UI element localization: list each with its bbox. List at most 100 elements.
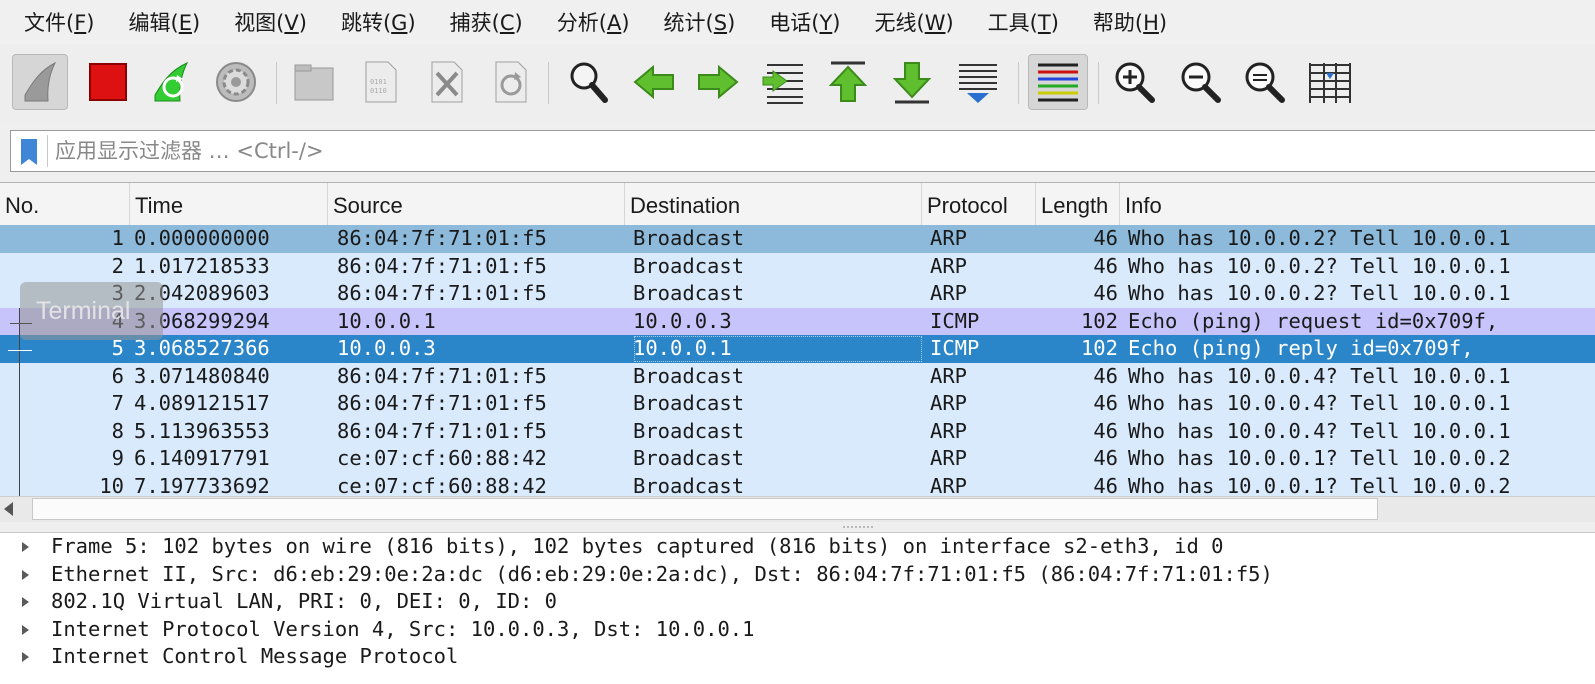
find-packet-button[interactable] [560,54,616,110]
row-protocol: ARP [930,363,968,388]
close-file-button[interactable] [418,54,474,110]
row-destination: 10.0.0.3 [633,308,732,333]
go-forward-icon [698,64,739,100]
menu-file[interactable]: 文件(F) [0,7,95,37]
table-row[interactable]: 7 4.089121517 86:04:7f:71:01:f5 Broadcast AR… [0,390,1595,418]
table-row[interactable]: 43.06829929410.0.0.110.0.0.3ICMP102Echo … [0,307,1595,335]
row-source: 10.0.0.3 [337,336,436,360]
row-source: 86:04:7f:71:01:f5 [337,391,547,415]
table-row[interactable]: 6 3.071480840 86:04:7f:71:01:f5 Broadcast AR… [0,362,1595,390]
menu-tools[interactable]: 工具(T) [964,7,1059,37]
menu-edit[interactable]: 编辑(E) [105,7,201,37]
save-file-button[interactable]: 0101 0110 [352,54,408,110]
pane-splitter[interactable] [0,522,1595,532]
expand-arrow-icon[interactable] [22,569,29,580]
row-time: 1.017218533 [134,253,270,278]
menu-analyze[interactable]: 分析(A) [533,7,630,37]
column-header-no[interactable]: No. [0,183,130,225]
zoom-in-button[interactable] [1106,54,1162,110]
column-header-time[interactable]: Time [130,183,328,225]
go-to-packet-button[interactable] [756,54,812,110]
row-length: 46 [1093,281,1118,305]
go-forward-button[interactable] [690,54,746,110]
menu-go[interactable]: 跳转(G) [317,7,416,37]
svg-text:0101: 0101 [370,78,387,86]
row-protocol: ARP [930,391,968,415]
row-length: 46 [1093,363,1118,388]
main-toolbar: 0101 0110 [0,44,1595,124]
open-file-icon [294,64,334,101]
row-protocol: ICMP [930,336,980,360]
colorize-button[interactable] [1028,54,1088,110]
restart-capture-icon [154,61,189,102]
auto-scroll-button[interactable] [950,54,1006,110]
reload-file-button[interactable] [482,54,538,110]
row-info: Who has 10.0.0.1? Tell 10.0.0.2 [1128,446,1511,470]
resize-columns-button[interactable] [1302,54,1358,110]
menu-help[interactable]: 帮助(H) [1069,7,1167,37]
detail-tree-item[interactable]: Ethernet II, Src: d6:eb:29:0e:2a:dc (d6:… [0,561,1595,589]
zoom-out-icon [1181,62,1221,103]
display-filter-input[interactable] [55,134,1555,168]
go-back-button[interactable] [626,54,682,110]
hscroll-thumb[interactable] [32,498,1378,520]
row-info: Who has 10.0.0.2? Tell 10.0.0.1 [1128,281,1511,305]
table-row[interactable]: 32.04208960386:04:7f:71:01:f5BroadcastAR… [0,280,1595,308]
row-destination: 10.0.0.1 [633,335,923,363]
cursor-arrow [10,323,32,324]
row-destination: Broadcast [633,418,745,443]
column-header-info[interactable]: Info [1120,183,1595,225]
detail-tree-item[interactable]: Frame 5: 102 bytes on wire (816 bits), 1… [0,533,1595,561]
row-info: Who has 10.0.0.4? Tell 10.0.0.1 [1128,418,1511,443]
table-row[interactable]: 8 5.113963553 86:04:7f:71:01:f5 Broadcast AR… [0,417,1595,445]
auto-scroll-icon [959,64,997,103]
go-last-button[interactable] [884,54,940,110]
column-header-length[interactable]: Length [1036,183,1120,225]
open-file-button[interactable] [286,54,342,110]
expand-arrow-icon[interactable] [22,597,29,607]
table-row[interactable]: 2 1.017218533 86:04:7f:71:01:f5 Broadcast AR… [0,252,1595,280]
cursor-line [19,308,20,498]
menu-statistics[interactable]: 统计(S) [640,7,736,37]
zoom-out-button[interactable] [1172,54,1228,110]
detail-tree-item[interactable]: 802.1Q Virtual LAN, PRI: 0, DEI: 0, ID: … [0,588,1595,616]
row-length: 46 [1093,418,1118,443]
column-header-source[interactable]: Source [328,183,625,225]
detail-tree-item[interactable]: Internet Protocol Version 4, Src: 10.0.0… [0,616,1595,644]
go-first-button[interactable] [820,54,876,110]
start-capture-button[interactable] [12,54,68,110]
expand-arrow-icon[interactable] [22,624,29,635]
detail-tree-item[interactable]: Internet Control Message Protocol [0,643,1595,671]
scroll-left-arrow-icon[interactable] [4,502,13,516]
row-source: 86:04:7f:71:01:f5 [337,363,547,388]
go-to-packet-icon [762,64,803,104]
stop-capture-button[interactable] [80,54,136,110]
table-row[interactable]: 5 3.068527366 10.0.0.3 10.0.0.1 ICMP 102 Echo … [0,335,1595,363]
normal-size-icon [1245,62,1285,103]
row-time: 3.071480840 [134,363,270,388]
expand-arrow-icon[interactable] [22,542,29,552]
row-destination: Broadcast [633,363,745,388]
capture-options-button[interactable] [208,54,264,110]
menu-wireless[interactable]: 无线(W) [851,7,954,37]
table-row[interactable]: 1 0.000000000 86:04:7f:71:01:f5 Broadcast AR… [0,225,1595,253]
colorize-icon [1038,63,1078,102]
column-header-protocol[interactable]: Protocol [922,183,1036,225]
start-capture-icon [24,61,57,102]
expand-arrow-icon[interactable] [22,652,29,662]
packet-rows: 1 0.000000000 86:04:7f:71:01:f5 Broadcast AR… [0,225,1595,500]
menu-telephony[interactable]: 电话(Y) [745,7,840,37]
packet-list-hscrollbar[interactable] [0,496,1595,524]
bookmark-icon[interactable] [21,139,37,165]
row-destination: Broadcast [633,226,745,250]
column-header-destination[interactable]: Destination [625,183,922,225]
menu-view[interactable]: 视图(V) [210,7,307,37]
menu-capture[interactable]: 捕获(C) [426,7,523,37]
restart-capture-button[interactable] [144,54,200,110]
normal-size-button[interactable] [1236,54,1292,110]
row-time: 3.068527366 [134,336,270,360]
reload-file-icon [495,61,527,103]
row-info: Who has 10.0.0.2? Tell 10.0.0.1 [1128,253,1511,278]
row-destination: Broadcast [633,253,745,278]
table-row[interactable]: 9 6.140917791 ce:07:cf:60:88:42 Broadcast AR… [0,445,1595,473]
